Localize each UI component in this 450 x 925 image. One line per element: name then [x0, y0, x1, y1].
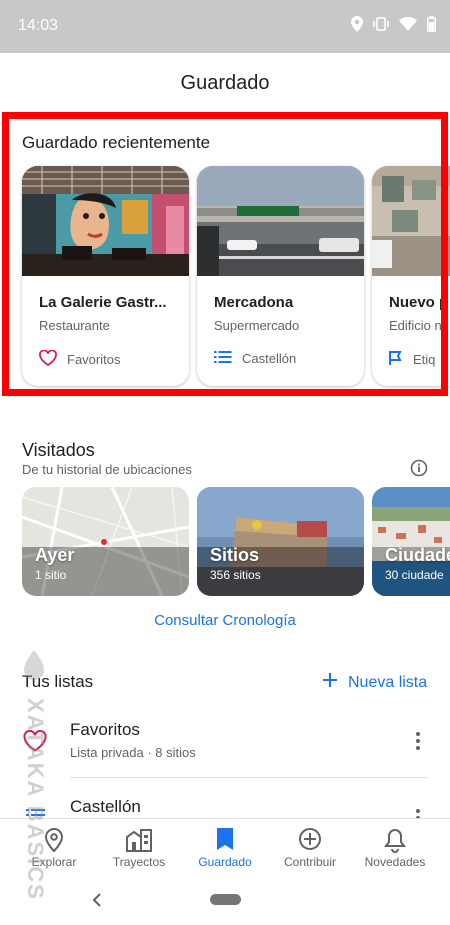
nav-explorar[interactable]: Explorar [9, 827, 99, 869]
more-options-icon[interactable] [416, 732, 420, 755]
pin-icon [9, 827, 99, 855]
list-item[interactable]: Castellón [0, 785, 450, 818]
list-item[interactable]: Favoritos Lista privada · 8 sitios [0, 708, 450, 778]
place-name: Mercadona [214, 294, 294, 311]
nav-label: Novedades [364, 855, 426, 869]
place-list[interactable]: Etiq [389, 350, 435, 369]
nav-label: Explorar [31, 855, 77, 869]
nav-label: Guardado [198, 855, 252, 869]
list-divider [70, 777, 428, 778]
nav-trayectos[interactable]: Trayectos [94, 827, 184, 869]
visited-card[interactable]: Ciudade 30 ciudade [372, 487, 450, 596]
new-list-label: Nueva lista [348, 673, 428, 691]
place-photo [22, 166, 189, 276]
place-name: La Galerie Gastr... [39, 294, 167, 311]
place-list-label: Etiq [413, 352, 436, 367]
nav-contribuir[interactable]: Contribuir [265, 827, 355, 869]
wifi-icon [399, 17, 417, 36]
visited-card[interactable]: Sitios 356 sitios [197, 487, 364, 596]
status-time: 14:03 [18, 17, 59, 34]
home-pill[interactable] [210, 894, 241, 905]
new-list-button[interactable]: Nueva lista [322, 672, 427, 693]
back-icon[interactable] [92, 892, 102, 913]
place-list[interactable]: Castellón [214, 350, 296, 367]
place-list[interactable]: Favoritos [39, 349, 121, 369]
flag-icon [389, 350, 403, 369]
place-type: Restaurante [39, 318, 110, 333]
recent-card[interactable]: La Galerie Gastr... Restaurante Favorito… [22, 166, 189, 386]
nav-novedades[interactable]: Novedades [350, 827, 440, 869]
nav-guardado[interactable]: Guardado [180, 827, 270, 869]
list-icon [26, 807, 46, 818]
place-photo [197, 166, 364, 276]
info-icon[interactable] [410, 459, 428, 482]
add-circle-icon [265, 827, 355, 855]
place-list-label: Favoritos [67, 352, 121, 367]
bottom-navigation: Explorar Trayectos Guardado Contribuir N… [0, 818, 450, 878]
heart-icon [23, 729, 47, 757]
list-meta: Lista privada · 8 sitios [70, 745, 196, 760]
visited-card-title: Ciudade [385, 545, 450, 565]
commute-icon [94, 827, 184, 855]
visited-card-title: Ayer [35, 545, 75, 565]
place-photo [372, 166, 450, 276]
place-list-label: Castellón [242, 351, 297, 366]
nav-label: Contribuir [283, 855, 337, 869]
place-name: Nuevo p [389, 294, 449, 311]
status-icons [351, 16, 437, 37]
visited-card-count: 356 sitios [210, 568, 261, 582]
list-icon [214, 350, 232, 367]
lists-section-title: Tus listas [22, 672, 94, 691]
list-name: Favoritos [70, 720, 140, 739]
bookmark-icon [180, 827, 270, 855]
place-type: Supermercado [214, 318, 300, 333]
battery-icon [427, 16, 437, 37]
system-navigation [0, 878, 450, 925]
location-icon [351, 16, 363, 37]
visited-card-count: 1 sitio [35, 568, 67, 582]
visited-section-title: Visitados [22, 440, 95, 460]
more-options-icon[interactable] [416, 809, 420, 818]
timeline-link[interactable]: Consultar Cronología [0, 612, 450, 629]
list-name: Castellón [70, 797, 141, 816]
page-title: Guardado [180, 72, 270, 94]
heart-icon [39, 349, 57, 369]
recent-section-title: Guardado recientemente [22, 133, 211, 152]
visited-subtitle: De tu historial de ubicaciones [22, 462, 192, 477]
recent-card[interactable]: Mercadona Supermercado Castellón [197, 166, 364, 386]
nav-label: Trayectos [112, 855, 166, 869]
place-type: Edificio n [389, 318, 442, 333]
bell-icon [350, 827, 440, 855]
visited-card-count: 30 ciudade [385, 568, 444, 582]
recent-card[interactable]: Nuevo p Edificio n Etiq [372, 166, 450, 386]
status-bar: 14:03 [0, 0, 450, 53]
visited-card-title: Sitios [210, 545, 260, 565]
vibrate-icon [373, 17, 389, 36]
plus-icon [322, 672, 338, 693]
visited-card[interactable]: Ayer 1 sitio [22, 487, 189, 596]
